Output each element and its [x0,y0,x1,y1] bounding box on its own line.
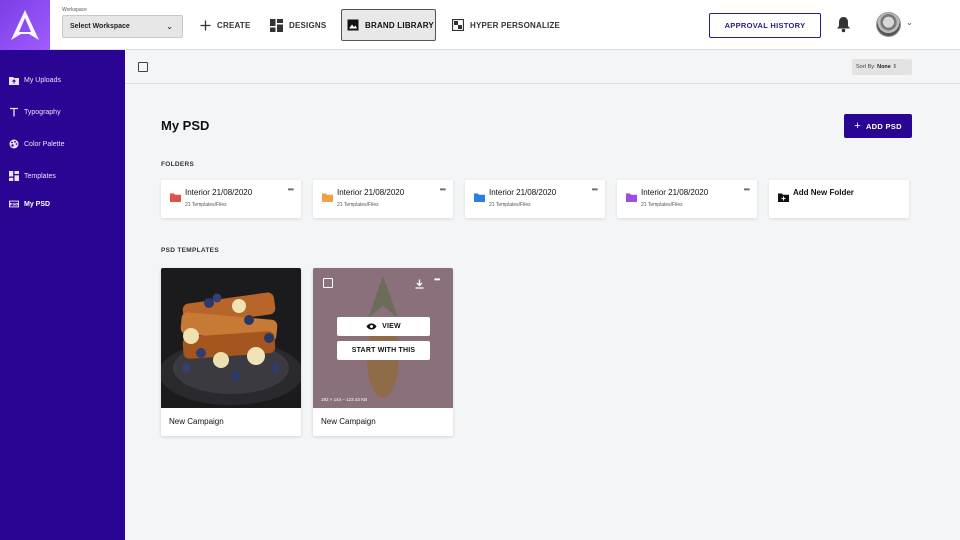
workspace-label: Workspace [62,7,87,13]
approval-history-button[interactable]: APPROVAL HISTORY [709,13,821,38]
templates-icon [9,171,19,181]
eye-icon [366,323,377,330]
grid-icon [270,18,283,32]
nav-brand-library-label: BRAND LIBRARY [365,20,434,30]
more-icon[interactable]: ••• [288,185,294,194]
chevron-down-icon: ⌄ [166,22,173,31]
sidebar-item-my-uploads[interactable]: My Uploads [9,75,61,85]
nav-brand-library[interactable]: BRAND LIBRARY [341,9,436,41]
nav-hyper-personalize-label: HYPER PERSONALIZE [470,20,561,30]
sidebar-item-label: My PSD [24,200,51,208]
folder-name: Interior 21/08/2020 [337,188,405,197]
nav-hyper-personalize[interactable]: HYPER PERSONALIZE [452,9,560,41]
template-thumbnail [313,268,453,408]
sidebar-item-typography[interactable]: Typography [9,107,61,117]
sidebar: My Uploads Typography Color Palette Temp… [0,50,125,540]
template-meta: 192 × 144 – 123.43 KB [321,397,368,402]
list-toolbar [125,50,960,84]
page-title: My PSD [161,118,210,133]
sort-label: Sort By: [856,64,876,70]
template-select-checkbox[interactable] [323,278,333,288]
nav-create-label: CREATE [217,20,251,30]
folder-icon [322,189,333,207]
plus-icon: + [854,120,861,132]
download-icon[interactable] [415,276,424,294]
add-new-folder-label: Add New Folder [793,188,854,197]
svg-text:PSD: PSD [10,203,19,207]
chevron-down-icon[interactable]: ⌄ [906,18,913,27]
sidebar-item-label: Templates [24,172,56,180]
folder-count: 21 Templates/Files [489,202,531,208]
sidebar-item-label: Color Palette [24,140,65,148]
add-folder-icon [778,189,789,207]
plus-icon [200,20,211,31]
add-psd-button[interactable]: + ADD PSD [844,114,912,138]
sidebar-item-label: Typography [24,108,61,116]
folder-card[interactable]: Interior 21/08/2020 21 Templates/Files •… [465,180,605,218]
workspace-select-value: Select Workspace [70,23,130,30]
more-icon[interactable]: ••• [744,185,750,194]
nav-designs[interactable]: DESIGNS [270,9,326,41]
view-label: VIEW [382,323,401,330]
folders-heading: FOLDERS [161,161,195,168]
folder-name: Interior 21/08/2020 [489,188,557,197]
upload-folder-icon [9,75,19,85]
sidebar-item-templates[interactable]: Templates [9,171,56,181]
bell-icon[interactable] [836,16,851,38]
palette-icon [9,139,19,149]
select-all-checkbox[interactable] [138,62,148,72]
workspace-select[interactable]: Select Workspace ⌄ [62,15,183,38]
folder-name: Interior 21/08/2020 [641,188,709,197]
psd-icon: PSD [9,199,19,209]
start-with-this-button[interactable]: START WITH THIS [337,341,430,360]
more-icon[interactable]: ••• [440,185,446,194]
sidebar-item-color-palette[interactable]: Color Palette [9,139,64,149]
folder-card[interactable]: Interior 21/08/2020 21 Templates/Files •… [313,180,453,218]
template-name: New Campaign [169,417,224,426]
template-thumbnail [161,268,301,408]
sidebar-item-my-psd[interactable]: PSD My PSD [9,199,50,209]
nav-create[interactable]: CREATE [200,9,251,41]
add-new-folder-card[interactable]: Add New Folder [769,180,909,218]
more-icon[interactable]: ••• [592,185,598,194]
folder-card[interactable]: Interior 21/08/2020 21 Templates/Files •… [617,180,757,218]
nav-designs-label: DESIGNS [289,20,327,30]
sort-value: None [877,64,891,70]
template-name: New Campaign [321,417,376,426]
sort-arrows-icon: ⇕ [892,64,897,70]
more-icon[interactable]: ••• [434,275,440,284]
avatar[interactable] [876,12,901,37]
folder-name: Interior 21/08/2020 [185,188,253,197]
image-icon [347,19,359,31]
sort-dropdown[interactable]: Sort By: None ⇕ [852,59,912,75]
view-button[interactable]: VIEW [337,317,430,336]
app-logo[interactable] [0,0,50,50]
folder-icon [474,189,485,207]
folder-count: 21 Templates/Files [337,202,379,208]
hyper-personalize-icon [452,19,464,31]
add-psd-label: ADD PSD [865,121,902,131]
template-card[interactable]: ••• VIEW START WITH THIS 192 × 144 – 123… [313,268,453,436]
folder-card[interactable]: Interior 21/08/2020 21 Templates/Files •… [161,180,301,218]
folder-icon [170,189,181,207]
template-card[interactable]: New Campaign [161,268,301,436]
top-bar: Workspace Select Workspace ⌄ CREATE DESI… [0,0,960,50]
folder-count: 21 Templates/Files [641,202,683,208]
sidebar-item-label: My Uploads [24,76,61,84]
folder-icon [626,189,637,207]
typography-icon [9,107,19,117]
psd-templates-heading: PSD TEMPLATES [161,247,219,254]
folder-count: 21 Templates/Files [185,202,227,208]
logo-icon [11,10,39,40]
